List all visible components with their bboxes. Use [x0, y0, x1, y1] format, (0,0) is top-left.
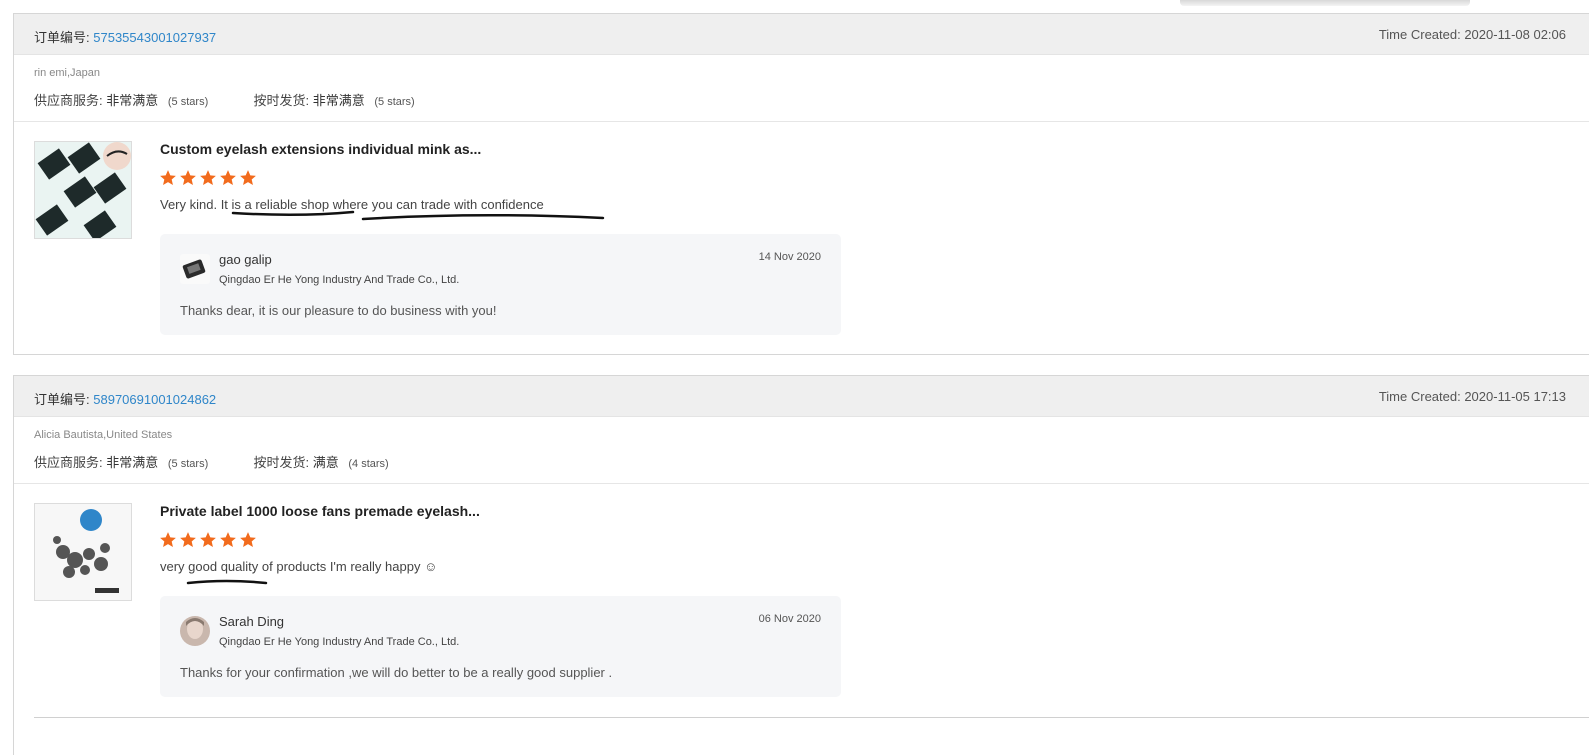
- divider: [14, 483, 1589, 484]
- divider: [34, 717, 1589, 718]
- time-created: Time Created: 2020-11-08 02:06: [1378, 27, 1566, 42]
- ontime-value: 满意: [312, 455, 339, 470]
- buyer-info: Alicia Bautista,United States: [34, 429, 173, 441]
- order-number-link[interactable]: 58970691001024862: [93, 392, 216, 407]
- replier-company: Qingdao Er He Yong Industry And Trade Co…: [219, 636, 460, 648]
- supplier-service-label: 供应商服务:: [34, 455, 103, 470]
- star-icon: [220, 532, 236, 548]
- star-icon: [160, 532, 176, 548]
- replier-name: gao galip: [219, 252, 272, 267]
- avatar: [180, 616, 210, 646]
- supplier-service-stars: (5 stars): [167, 458, 209, 470]
- supplier-reply: gao galip Qingdao Er He Yong Industry An…: [160, 234, 841, 335]
- rating-stars: [159, 531, 257, 549]
- ontime-stars: (4 stars): [348, 458, 389, 470]
- time-created: Time Created: 2020-11-05 17:13: [1378, 389, 1566, 404]
- order-ratings: 供应商服务: 非常满意 (5 stars) 按时发货: 满意 (4 stars): [34, 452, 389, 471]
- supplier-service-label: 供应商服务:: [34, 93, 103, 108]
- replier-name: Sarah Ding: [219, 614, 285, 629]
- rating-stars: [159, 169, 257, 187]
- reply-date: 14 Nov 2020: [758, 251, 821, 263]
- order-card: 订单编号: 58970691001024862 Time Created: 20…: [13, 375, 1589, 755]
- avatar: [180, 254, 210, 284]
- star-icon: [240, 170, 256, 186]
- supplier-service-value: 非常满意: [106, 93, 159, 108]
- reply-date: 06 Nov 2020: [758, 613, 821, 625]
- ontime-label: 按时发货:: [253, 93, 310, 108]
- product-thumbnail[interactable]: [34, 503, 132, 601]
- order-ratings: 供应商服务: 非常满意 (5 stars) 按时发货: 非常满意 (5 star…: [34, 90, 415, 109]
- product-title-link[interactable]: Custom eyelash extensions individual min…: [160, 141, 481, 157]
- supplier-service-stars: (5 stars): [167, 96, 209, 108]
- order-id-label: 订单编号:: [34, 30, 90, 45]
- star-icon: [240, 532, 256, 548]
- replier-company: Qingdao Er He Yong Industry And Trade Co…: [219, 274, 460, 286]
- buyer-info: rin emi,Japan: [34, 67, 101, 79]
- reply-message: Thanks for your confirmation ,we will do…: [180, 665, 613, 680]
- order-number-link[interactable]: 57535543001027937: [93, 30, 216, 45]
- ontime-label: 按时发货:: [253, 455, 310, 470]
- ontime-stars: (5 stars): [374, 96, 415, 108]
- order-card: 订单编号: 57535543001027937 Time Created: 20…: [13, 13, 1589, 355]
- star-icon: [200, 170, 216, 186]
- star-icon: [180, 532, 196, 548]
- order-id: 订单编号: 57535543001027937: [34, 27, 216, 46]
- order-id-label: 订单编号:: [34, 392, 90, 407]
- product-title-link[interactable]: Private label 1000 loose fans premade ey…: [160, 503, 480, 519]
- order-id: 订单编号: 58970691001024862: [34, 389, 216, 408]
- star-icon: [160, 170, 176, 186]
- supplier-reply: Sarah Ding Qingdao Er He Yong Industry A…: [160, 596, 841, 697]
- ontime-value: 非常满意: [312, 93, 365, 108]
- divider: [14, 121, 1589, 122]
- supplier-service-value: 非常满意: [106, 455, 159, 470]
- order-header: 订单编号: 58970691001024862 Time Created: 20…: [14, 376, 1589, 417]
- star-icon: [200, 532, 216, 548]
- handwritten-underline: [186, 579, 268, 585]
- order-header: 订单编号: 57535543001027937 Time Created: 20…: [14, 14, 1589, 55]
- review-text: very good quality of products I'm really…: [160, 559, 438, 574]
- product-thumbnail[interactable]: [34, 141, 132, 239]
- star-icon: [180, 170, 196, 186]
- handwritten-underline: [231, 210, 605, 221]
- dropdown-shadow: [1180, 0, 1470, 6]
- star-icon: [220, 170, 236, 186]
- reply-message: Thanks dear, it is our pleasure to do bu…: [180, 303, 497, 318]
